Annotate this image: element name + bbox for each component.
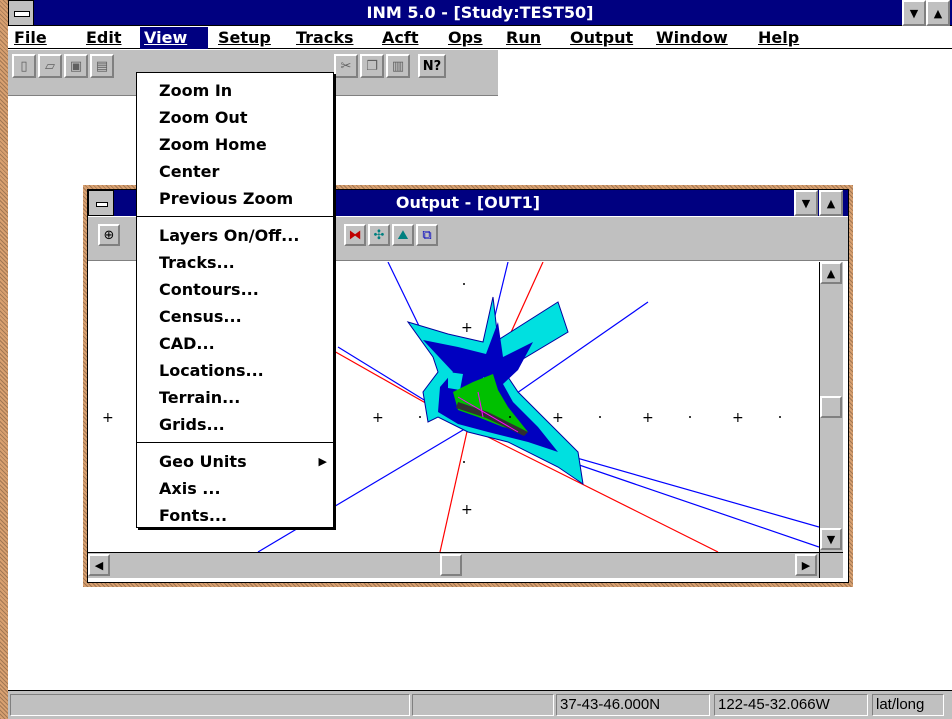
status-longitude: 122-45-32.066W xyxy=(714,694,868,716)
menu-file-label: File xyxy=(14,28,47,47)
submenu-arrow-icon: ▶ xyxy=(318,455,327,468)
child-maximize-button[interactable]: ▲ xyxy=(819,190,843,216)
context-help-icon[interactable]: N? xyxy=(418,54,446,78)
menu-item-layers[interactable]: Layers On/Off... xyxy=(137,222,333,249)
menu-edit-label: Edit xyxy=(86,28,122,47)
status-latitude: 37-43-46.000N xyxy=(556,694,710,716)
horizontal-scroll-thumb[interactable] xyxy=(440,554,462,576)
menu-ops-label: Ops xyxy=(448,28,483,47)
cut-scissors-icon[interactable]: ✂ xyxy=(334,54,358,78)
window-border[interactable] xyxy=(0,0,8,719)
grid-marker: + xyxy=(461,320,473,336)
menu-item-previous-zoom[interactable]: Previous Zoom xyxy=(137,185,333,212)
grid-dot xyxy=(463,461,465,463)
status-message-pane xyxy=(10,694,410,716)
status-bar: 37-43-46.000N 122-45-32.066W lat/long xyxy=(8,690,952,719)
menu-help[interactable]: Help xyxy=(754,27,803,49)
network-layer-icon[interactable]: ✣ xyxy=(368,224,390,246)
menu-setup[interactable]: Setup xyxy=(214,27,275,49)
menu-run[interactable]: Run xyxy=(502,27,545,49)
paste-clipboard-icon[interactable]: ▥ xyxy=(386,54,410,78)
grid-dot xyxy=(463,283,465,285)
menu-item-axis[interactable]: Axis ... xyxy=(137,475,333,502)
menu-acft[interactable]: Acft xyxy=(378,27,422,49)
grid-marker: + xyxy=(552,410,564,426)
menu-item-locations[interactable]: Locations... xyxy=(137,357,333,384)
grid-marker: + xyxy=(372,410,384,426)
menu-window[interactable]: Window xyxy=(652,27,732,49)
menu-edit[interactable]: Edit xyxy=(82,27,126,49)
menu-item-zoom-out[interactable]: Zoom Out xyxy=(137,104,333,131)
print-icon[interactable]: ▤ xyxy=(90,54,114,78)
flight-tracks-blue xyxy=(257,262,819,552)
menu-item-geo-units-label: Geo Units xyxy=(159,452,247,471)
menu-tracks-label: Tracks xyxy=(296,28,354,47)
status-units: lat/long xyxy=(872,694,944,716)
menu-tracks[interactable]: Tracks xyxy=(292,27,358,49)
maximize-button[interactable]: ▲ xyxy=(926,0,950,26)
menu-separator xyxy=(137,216,333,218)
menu-item-fonts[interactable]: Fonts... xyxy=(137,502,333,529)
menu-file[interactable]: File xyxy=(10,27,51,49)
grid-marker: + xyxy=(732,410,744,426)
horizontal-scrollbar[interactable]: ◀ ▶ xyxy=(88,552,819,578)
child-minimize-button[interactable]: ▼ xyxy=(794,190,818,216)
menu-view-label: View xyxy=(144,28,188,47)
menu-help-label: Help xyxy=(758,28,800,47)
view-dropdown-menu: Zoom In Zoom Out Zoom Home Center Previo… xyxy=(136,72,334,528)
grid-dot xyxy=(509,416,511,418)
grid-marker: + xyxy=(102,410,114,426)
menu-acft-label: Acft xyxy=(382,28,419,47)
grid-marker: + xyxy=(642,410,654,426)
copy-icon[interactable]: ❐ xyxy=(360,54,384,78)
scroll-up-arrow-icon[interactable]: ▲ xyxy=(820,262,842,284)
scroll-right-arrow-icon[interactable]: ▶ xyxy=(795,554,817,576)
menu-setup-label: Setup xyxy=(218,28,271,47)
grid-marker: + xyxy=(461,502,473,518)
menu-separator xyxy=(137,442,333,444)
menu-item-tracks[interactable]: Tracks... xyxy=(137,249,333,276)
track-line xyxy=(439,426,469,552)
flag-layer-icon[interactable]: ⧓ xyxy=(344,224,366,246)
menu-item-contours[interactable]: Contours... xyxy=(137,276,333,303)
menu-view[interactable]: View xyxy=(140,27,208,49)
menu-item-census[interactable]: Census... xyxy=(137,303,333,330)
menu-item-cad[interactable]: CAD... xyxy=(137,330,333,357)
app-title: INM 5.0 - [Study:TEST50] xyxy=(366,3,594,22)
menu-output-label: Output xyxy=(570,28,634,47)
menu-output[interactable]: Output xyxy=(566,27,637,49)
menu-run-label: Run xyxy=(506,28,542,47)
menu-ops[interactable]: Ops xyxy=(444,27,487,49)
save-disk-icon[interactable]: ▣ xyxy=(64,54,88,78)
menu-item-terrain[interactable]: Terrain... xyxy=(137,384,333,411)
menu-item-center[interactable]: Center xyxy=(137,158,333,185)
overlay-layer-icon[interactable]: ⧉ xyxy=(416,224,438,246)
zoom-in-icon[interactable]: ⊕ xyxy=(98,224,120,246)
menu-window-label: Window xyxy=(656,28,728,47)
grid-dot xyxy=(779,416,781,418)
new-file-icon[interactable]: ▯ xyxy=(12,54,36,78)
grid-dot xyxy=(689,416,691,418)
scroll-left-arrow-icon[interactable]: ◀ xyxy=(88,554,110,576)
app-title-bar[interactable]: INM 5.0 - [Study:TEST50] ▼ ▲ xyxy=(8,0,952,26)
status-blank-pane xyxy=(412,694,554,716)
menu-item-zoom-home[interactable]: Zoom Home xyxy=(137,131,333,158)
vertical-scrollbar[interactable]: ▲ ▼ xyxy=(819,262,843,552)
menu-item-zoom-in[interactable]: Zoom In xyxy=(137,77,333,104)
grid-dot xyxy=(599,416,601,418)
grid-dot xyxy=(419,416,421,418)
vertical-scroll-thumb[interactable] xyxy=(820,396,842,418)
scrollbar-corner xyxy=(819,552,843,578)
minimize-button[interactable]: ▼ xyxy=(902,0,926,26)
menu-item-geo-units[interactable]: Geo Units ▶ xyxy=(137,448,333,475)
menu-item-grids[interactable]: Grids... xyxy=(137,411,333,438)
terrain-layer-icon[interactable]: ⛰ xyxy=(392,224,414,246)
menu-bar: File Edit View Setup Tracks Acft Ops Run… xyxy=(8,27,952,49)
scroll-down-arrow-icon[interactable]: ▼ xyxy=(820,528,842,550)
track-line xyxy=(467,426,719,552)
open-folder-icon[interactable]: ▱ xyxy=(38,54,62,78)
